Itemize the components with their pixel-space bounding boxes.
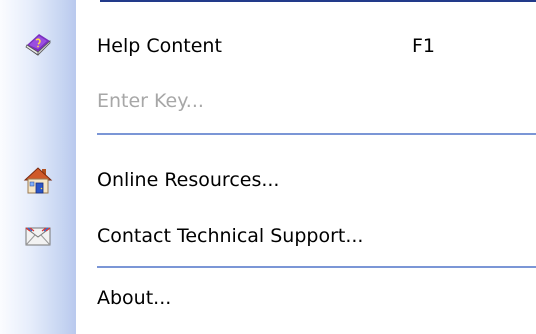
help-menu: Help Content F1 Enter Key... Online Reso… — [0, 0, 536, 334]
menu-item-label: Enter Key... — [97, 90, 204, 112]
menu-item-label: Online Resources... — [97, 169, 280, 191]
menu-item-label: Contact Technical Support... — [97, 225, 364, 247]
menu-item-enter-key: Enter Key... — [0, 73, 536, 129]
menu-item-contact-support[interactable]: Contact Technical Support... — [0, 208, 536, 264]
menu-item-shortcut: F1 — [412, 35, 436, 57]
menu-top-border — [100, 0, 536, 2]
menu-separator — [97, 133, 536, 135]
menu-item-online-resources[interactable]: Online Resources... — [0, 152, 536, 208]
menu-separator — [97, 266, 536, 268]
menu-item-help-content[interactable]: Help Content F1 — [0, 18, 536, 74]
help-book-icon — [22, 30, 54, 62]
menu-item-label: Help Content — [97, 35, 222, 57]
envelope-icon — [22, 220, 54, 252]
home-icon — [22, 164, 54, 196]
menu-item-label: About... — [97, 287, 172, 309]
menu-item-about[interactable]: About... — [0, 270, 536, 326]
